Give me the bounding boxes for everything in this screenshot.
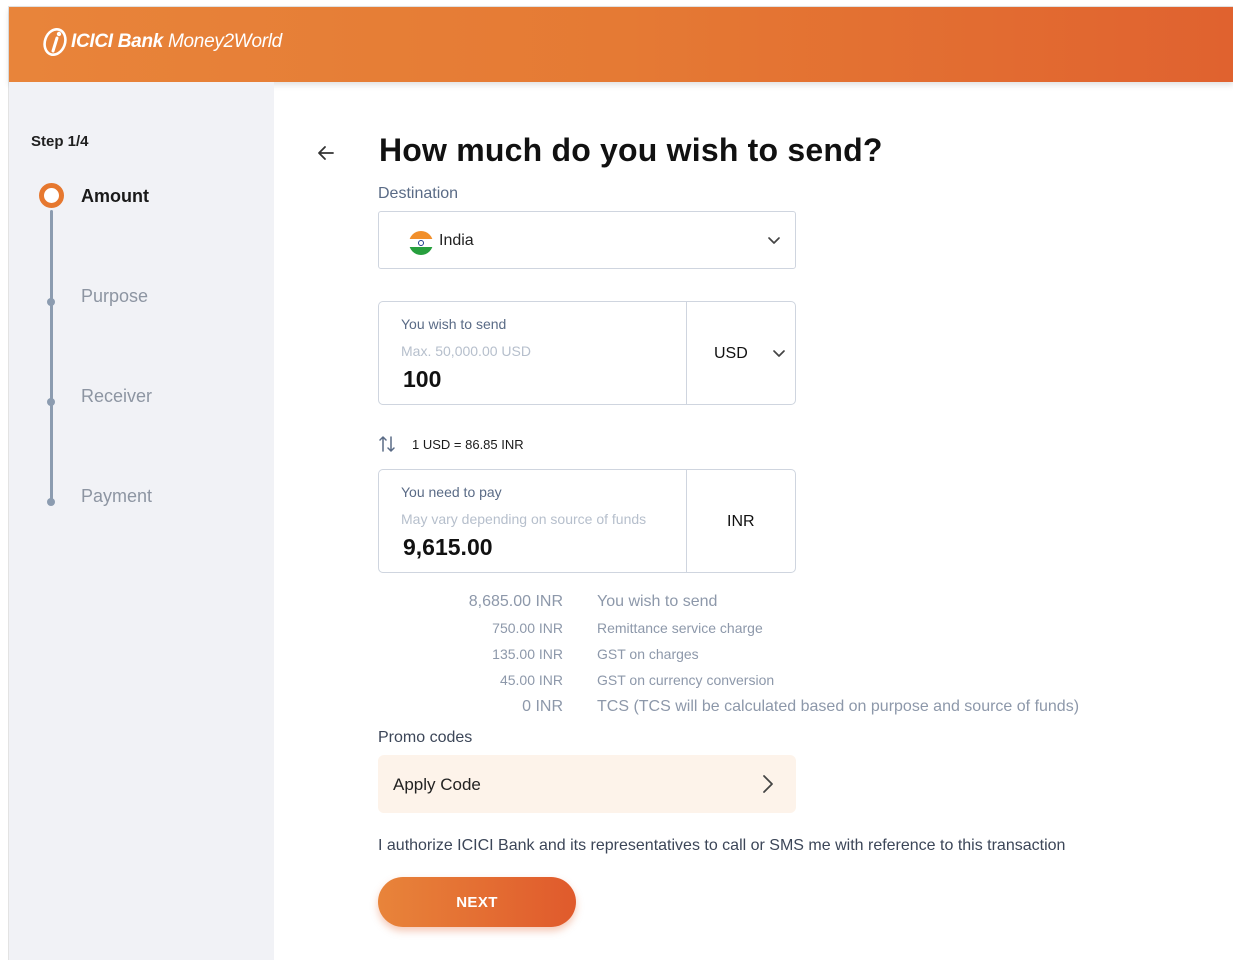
send-hint: Max. 50,000.00 USD bbox=[401, 343, 531, 359]
destination-select[interactable]: India bbox=[378, 211, 796, 269]
sidebar-step-amount[interactable]: Amount bbox=[81, 186, 149, 207]
sidebar-step-purpose[interactable]: Purpose bbox=[81, 286, 148, 307]
breakdown-description: Remittance service charge bbox=[597, 620, 763, 636]
pay-amount-value: 9,615.00 bbox=[403, 534, 493, 560]
india-flag-icon bbox=[409, 231, 433, 255]
breakdown-amount: 0 INR bbox=[522, 698, 563, 715]
step-indicator-receiver bbox=[47, 398, 55, 406]
pay-hint: May vary depending on source of funds bbox=[401, 511, 647, 527]
breakdown-amount: 135.00 INR bbox=[492, 646, 563, 662]
destination-value: India bbox=[439, 232, 474, 249]
next-button[interactable]: NEXT bbox=[378, 877, 576, 927]
breakdown-description: You wish to send bbox=[597, 593, 718, 610]
promo-codes-label: Promo codes bbox=[378, 729, 473, 746]
send-label: You wish to send bbox=[401, 316, 507, 332]
step-counter: Step 1/4 bbox=[31, 133, 89, 150]
breakdown-description: GST on currency conversion bbox=[597, 672, 775, 688]
brand-name: ICICI Bank Money2World bbox=[71, 31, 282, 53]
apply-code-button[interactable]: Apply Code bbox=[378, 755, 796, 813]
steps-sidebar: Step 1/4 Amount Purpose Receiver Payment bbox=[9, 82, 274, 960]
step-indicator-payment bbox=[47, 498, 55, 506]
pay-label: You need to pay bbox=[401, 484, 502, 500]
breakdown-amount: 8,685.00 INR bbox=[468, 593, 563, 610]
send-currency-value: USD bbox=[714, 345, 748, 362]
brand-name-sub: Money2World bbox=[168, 31, 282, 52]
sidebar-step-payment[interactable]: Payment bbox=[81, 486, 152, 507]
chevron-down-icon bbox=[773, 350, 785, 357]
send-amount-input[interactable]: 100 bbox=[403, 366, 441, 393]
destination-label: Destination bbox=[378, 185, 459, 202]
apply-code-label: Apply Code bbox=[393, 775, 481, 794]
brand-logo[interactable]: ICICI Bank Money2World bbox=[43, 27, 282, 57]
sidebar-step-receiver[interactable]: Receiver bbox=[81, 386, 152, 407]
breakdown-amount: 750.00 INR bbox=[492, 620, 563, 636]
authorization-text: I authorize ICICI Bank and its represent… bbox=[378, 837, 1066, 854]
page-title: How much do you wish to send? bbox=[379, 132, 883, 168]
send-amount-box: You wish to send Max. 50,000.00 USD 100 … bbox=[378, 301, 796, 405]
breakdown-description: GST on charges bbox=[597, 646, 699, 662]
swap-arrows-icon bbox=[379, 436, 395, 452]
exchange-rate-row: 1 USD = 86.85 INR bbox=[378, 435, 524, 453]
breakdown-description: TCS (TCS will be calculated based on pur… bbox=[597, 698, 1080, 715]
progress-track bbox=[50, 210, 53, 500]
pay-divider bbox=[686, 470, 687, 572]
chevron-down-icon bbox=[768, 237, 780, 244]
app-frame: ICICI Bank Money2World Step 1/4 Amount P… bbox=[8, 6, 1233, 960]
top-header: ICICI Bank Money2World bbox=[9, 7, 1233, 82]
pay-amount-box: You need to pay May vary depending on so… bbox=[378, 469, 796, 573]
step-indicator-purpose bbox=[47, 298, 55, 306]
breakdown-amount: 45.00 INR bbox=[499, 672, 563, 688]
icici-logo-icon bbox=[43, 28, 67, 56]
brand-name-bold: ICICI Bank bbox=[71, 31, 164, 52]
send-currency-select[interactable]: USD bbox=[687, 302, 795, 404]
chevron-right-icon bbox=[763, 775, 773, 793]
back-arrow-icon[interactable] bbox=[313, 140, 339, 166]
pay-currency-value: INR bbox=[727, 513, 755, 530]
exchange-rate-text: 1 USD = 86.85 INR bbox=[412, 436, 524, 452]
step-active-indicator bbox=[39, 183, 64, 208]
